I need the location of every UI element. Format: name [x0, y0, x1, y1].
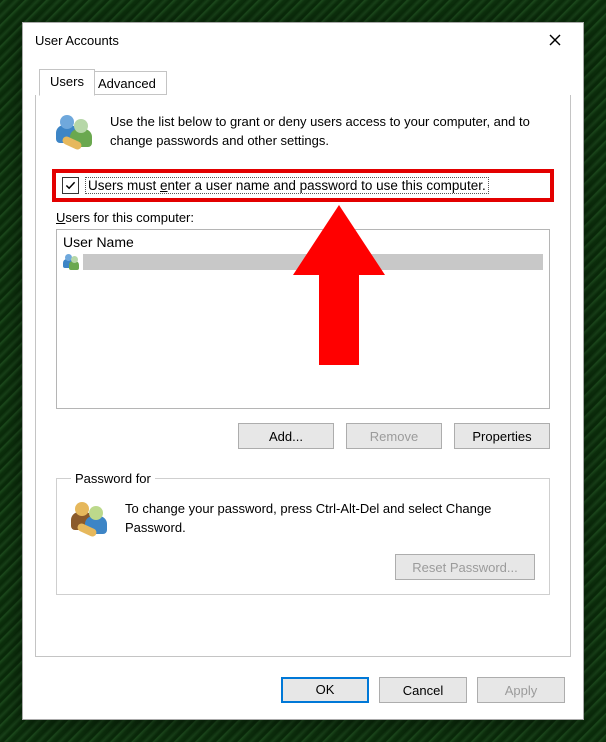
require-login-checkbox[interactable] — [62, 177, 79, 194]
user-row-icon — [63, 254, 81, 270]
password-groupbox: Password for To change your password, pr… — [56, 471, 550, 595]
checkmark-icon — [65, 180, 76, 191]
desktop-background: User Accounts Users Advanced — [0, 0, 606, 742]
users-list-label: Users for this computer: — [56, 210, 550, 225]
intro-text: Use the list below to grant or deny user… — [110, 113, 550, 151]
password-legend: Password for — [71, 471, 155, 486]
password-help-text: To change your password, press Ctrl-Alt-… — [125, 500, 535, 538]
reset-password-button: Reset Password... — [395, 554, 535, 580]
window-title: User Accounts — [35, 33, 533, 48]
column-header-username[interactable]: User Name — [63, 234, 543, 250]
user-row-selection — [83, 254, 543, 270]
user-accounts-window: User Accounts Users Advanced — [22, 22, 584, 720]
tab-strip: Users Advanced — [35, 69, 571, 96]
intro-row: Use the list below to grant or deny user… — [36, 95, 570, 163]
highlighted-checkbox-region: Users must enter a user name and passwor… — [52, 169, 554, 202]
ok-button[interactable]: OK — [281, 677, 369, 703]
users-icon — [56, 113, 96, 153]
require-login-label[interactable]: Users must enter a user name and passwor… — [85, 177, 489, 194]
users-listbox[interactable]: User Name — [56, 229, 550, 409]
password-user-icon — [71, 500, 111, 540]
apply-button: Apply — [477, 677, 565, 703]
tab-advanced[interactable]: Advanced — [87, 71, 167, 95]
titlebar[interactable]: User Accounts — [23, 23, 583, 57]
close-button[interactable] — [533, 25, 577, 55]
add-button[interactable]: Add... — [238, 423, 334, 449]
users-panel: Use the list below to grant or deny user… — [35, 95, 571, 657]
dialog-footer: OK Cancel Apply — [281, 677, 565, 703]
remove-button: Remove — [346, 423, 442, 449]
properties-button[interactable]: Properties — [454, 423, 550, 449]
user-buttons-row: Add... Remove Properties — [56, 423, 550, 449]
list-item[interactable] — [63, 252, 543, 272]
cancel-button[interactable]: Cancel — [379, 677, 467, 703]
close-icon — [549, 34, 561, 46]
tab-users[interactable]: Users — [39, 69, 95, 96]
